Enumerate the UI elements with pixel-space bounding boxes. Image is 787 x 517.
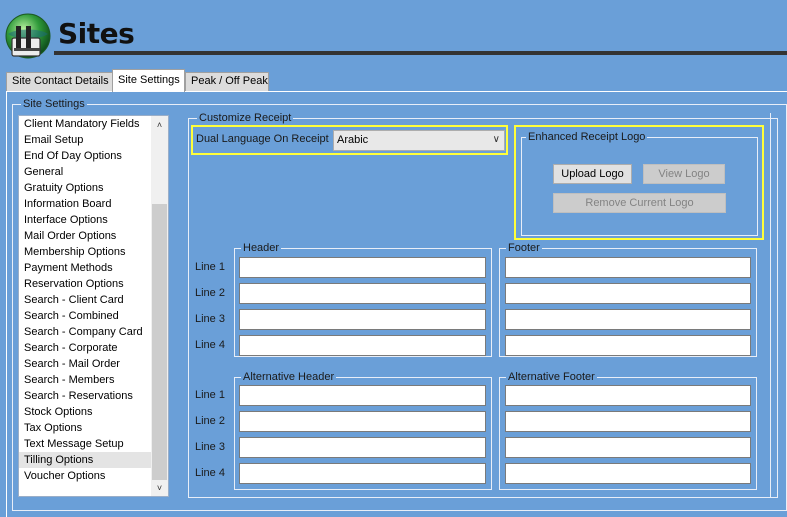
enhanced-receipt-logo-group: Enhanced Receipt Logo [521, 130, 758, 236]
remove-current-logo-button[interactable]: Remove Current Logo [553, 193, 726, 213]
alt-header-line-2-input[interactable] [239, 411, 486, 432]
settings-list-item[interactable]: Payment Methods [19, 260, 152, 276]
alt-header-line-3-input[interactable] [239, 437, 486, 458]
list-scrollbar[interactable]: ˄ ˅ [151, 116, 168, 496]
settings-category-list[interactable]: Client Mandatory Fields Email Setup End Of… [18, 115, 169, 497]
settings-list-item[interactable]: Membership Options [19, 244, 152, 260]
settings-list-item[interactable]: Tax Options [19, 420, 152, 436]
scroll-thumb[interactable] [152, 204, 167, 480]
alt-line-3-label: Line 3 [195, 441, 225, 453]
divider [770, 113, 771, 498]
alt-footer-line-3-input[interactable] [505, 437, 751, 458]
header-line-2-label: Line 2 [195, 287, 225, 299]
settings-list-item[interactable]: Interface Options [19, 212, 152, 228]
settings-list-items: Client Mandatory Fields Email Setup End Of… [19, 116, 152, 484]
alt-footer-line-1-input[interactable] [505, 385, 751, 406]
alt-footer-line-2-input[interactable] [505, 411, 751, 432]
dual-language-select[interactable]: Arabic ∨ [333, 130, 505, 151]
settings-list-item[interactable]: Tilling Options [19, 452, 152, 468]
footer-line-3-input[interactable] [505, 309, 751, 330]
header-line-1-input[interactable] [239, 257, 486, 278]
alt-line-1-label: Line 1 [195, 389, 225, 401]
settings-list-item[interactable]: Search - Members [19, 372, 152, 388]
header-group-title: Header [241, 241, 282, 255]
title-underline [54, 51, 787, 55]
settings-list-item[interactable]: Email Setup [19, 132, 152, 148]
alt-header-line-1-input[interactable] [239, 385, 486, 406]
tab-site-settings[interactable]: Site Settings [112, 69, 185, 92]
settings-list-item[interactable]: Voucher Options [19, 468, 152, 484]
window-header: Sites [0, 0, 787, 70]
settings-list-item[interactable]: Search - Client Card [19, 292, 152, 308]
app-logo-icon [5, 13, 51, 59]
upload-logo-button[interactable]: Upload Logo [553, 164, 632, 184]
enhanced-receipt-logo-title: Enhanced Receipt Logo [526, 130, 648, 144]
view-logo-button[interactable]: View Logo [643, 164, 725, 184]
settings-list-item[interactable]: Reservation Options [19, 276, 152, 292]
settings-list-item[interactable]: Stock Options [19, 404, 152, 420]
header-line-1-label: Line 1 [195, 261, 225, 273]
settings-list-item[interactable]: End Of Day Options [19, 148, 152, 164]
alt-header-line-4-input[interactable] [239, 463, 486, 484]
alt-line-2-label: Line 2 [195, 415, 225, 427]
app-title: Sites [58, 17, 135, 50]
footer-line-4-input[interactable] [505, 335, 751, 356]
alternative-footer-group-title: Alternative Footer [506, 370, 597, 384]
header-line-4-input[interactable] [239, 335, 486, 356]
header-line-3-input[interactable] [239, 309, 486, 330]
alt-line-4-label: Line 4 [195, 467, 225, 479]
settings-list-item[interactable]: Search - Combined [19, 308, 152, 324]
header-line-4-label: Line 4 [195, 339, 225, 351]
dual-language-label: Dual Language On Receipt [196, 133, 329, 145]
settings-list-item[interactable]: Gratuity Options [19, 180, 152, 196]
settings-list-item[interactable]: Search - Corporate [19, 340, 152, 356]
tab-site-contact-details[interactable]: Site Contact Details [6, 72, 115, 91]
alternative-header-group-title: Alternative Header [241, 370, 337, 384]
settings-list-item[interactable]: Search - Company Card [19, 324, 152, 340]
footer-group-title: Footer [506, 241, 542, 255]
settings-list-item[interactable]: Mail Order Options [19, 228, 152, 244]
customize-receipt-title: Customize Receipt [197, 111, 294, 125]
footer-line-2-input[interactable] [505, 283, 751, 304]
settings-list-item[interactable]: General [19, 164, 152, 180]
header-line-3-label: Line 3 [195, 313, 225, 325]
scroll-up-icon[interactable]: ˄ [151, 116, 168, 133]
settings-list-item[interactable]: Information Board [19, 196, 152, 212]
header-line-2-input[interactable] [239, 283, 486, 304]
scroll-down-icon[interactable]: ˅ [151, 479, 168, 496]
tab-peak-off-peak[interactable]: Peak / Off Peak [185, 72, 269, 91]
settings-list-item[interactable]: Client Mandatory Fields [19, 116, 152, 132]
alt-footer-line-4-input[interactable] [505, 463, 751, 484]
settings-list-item[interactable]: Search - Reservations [19, 388, 152, 404]
chevron-down-icon: ∨ [492, 134, 500, 145]
settings-list-item[interactable]: Text Message Setup [19, 436, 152, 452]
site-settings-group-title: Site Settings [21, 97, 87, 111]
footer-line-1-input[interactable] [505, 257, 751, 278]
settings-list-item[interactable]: Search - Mail Order [19, 356, 152, 372]
dual-language-value: Arabic [337, 134, 369, 146]
